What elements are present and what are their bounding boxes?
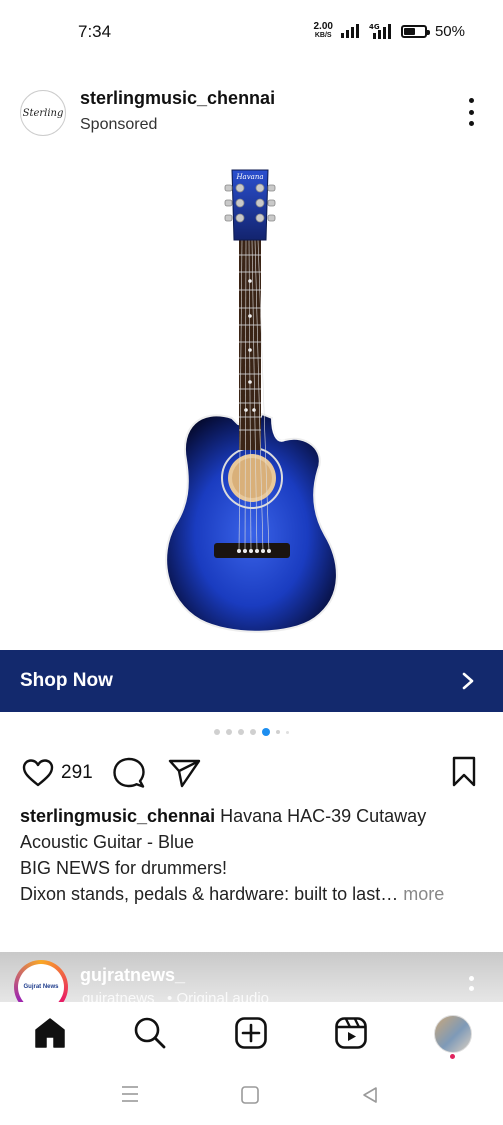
clock: 7:34 xyxy=(78,22,112,41)
carousel-dot xyxy=(286,730,289,734)
caption-line-truncated: Dixon stands, pedals & hardware: built t… xyxy=(20,884,445,904)
network-speed: 2.00 KB/S xyxy=(313,21,333,40)
next-post-header[interactable]: Gujrat News gujratnews_ gujratnews_ • Or… xyxy=(0,952,503,1002)
search-icon[interactable] xyxy=(132,1015,168,1051)
next-post-account[interactable]: gujratnews_ xyxy=(80,965,185,986)
comment-icon[interactable] xyxy=(112,757,146,789)
battery-percent: 50% xyxy=(434,22,465,40)
shop-now-button[interactable]: Shop Now xyxy=(0,650,503,712)
caption-title-line: sterlingmusic_chennai Havana HAC-39 Cuta… xyxy=(20,803,490,855)
reels-icon[interactable] xyxy=(333,1015,369,1051)
sponsored-label: Sponsored xyxy=(80,116,158,133)
notification-dot xyxy=(450,1054,455,1059)
bottom-nav xyxy=(0,1002,503,1064)
headstock-brand: Havana xyxy=(235,173,263,181)
more-options-icon[interactable] xyxy=(469,976,474,991)
caption-username[interactable]: sterlingmusic_chennai xyxy=(20,806,215,826)
signal-icon xyxy=(340,24,359,38)
next-post-avatar[interactable]: Gujrat News xyxy=(14,960,68,1002)
guitar-image: Havana xyxy=(165,169,338,633)
carousel-indicator xyxy=(0,728,503,736)
post-caption[interactable]: sterlingmusic_chennai Havana HAC-39 Cuta… xyxy=(20,803,490,907)
chevron-right-icon xyxy=(462,672,474,690)
menu-icon[interactable] xyxy=(120,1085,140,1103)
bookmark-icon[interactable] xyxy=(451,756,477,788)
post-header: Sterling sterlingmusic_chennai Sponsored xyxy=(0,86,503,142)
post-media[interactable]: Havana xyxy=(0,150,503,650)
like-count[interactable]: 291 xyxy=(61,762,93,784)
caption-line: BIG NEWS for drummers! xyxy=(20,858,228,878)
next-post-subtitle: gujratnews_ • Original audio xyxy=(82,990,270,1002)
post-actions: 291 xyxy=(0,752,503,792)
more-link[interactable]: more xyxy=(403,884,444,904)
carousel-dot xyxy=(276,730,280,734)
account-name[interactable]: sterlingmusic_chennai xyxy=(80,88,275,109)
carousel-dot xyxy=(238,729,244,735)
status-bar: 7:34 2.00 KB/S 4G 50% xyxy=(0,0,503,60)
shop-now-label: Shop Now xyxy=(20,670,113,691)
heart-icon[interactable] xyxy=(22,758,54,788)
carousel-dot xyxy=(226,729,232,735)
plus-square-icon[interactable] xyxy=(233,1015,269,1051)
carousel-dot-active xyxy=(262,728,270,736)
more-options-icon[interactable] xyxy=(464,98,478,126)
send-icon[interactable] xyxy=(168,757,202,789)
account-avatar[interactable]: Sterling xyxy=(20,90,66,136)
status-icons: 2.00 KB/S 4G 50% xyxy=(314,22,466,40)
profile-avatar[interactable] xyxy=(434,1015,472,1053)
home-icon[interactable] xyxy=(32,1015,68,1051)
system-nav-bar xyxy=(0,1064,503,1125)
signal-4g-icon: 4G xyxy=(369,23,391,39)
home-square-icon[interactable] xyxy=(240,1085,260,1105)
carousel-dot xyxy=(214,729,220,735)
battery-icon xyxy=(400,24,430,38)
back-icon[interactable] xyxy=(360,1085,380,1105)
svg-text:4G: 4G xyxy=(369,23,380,31)
carousel-dot xyxy=(250,729,256,735)
